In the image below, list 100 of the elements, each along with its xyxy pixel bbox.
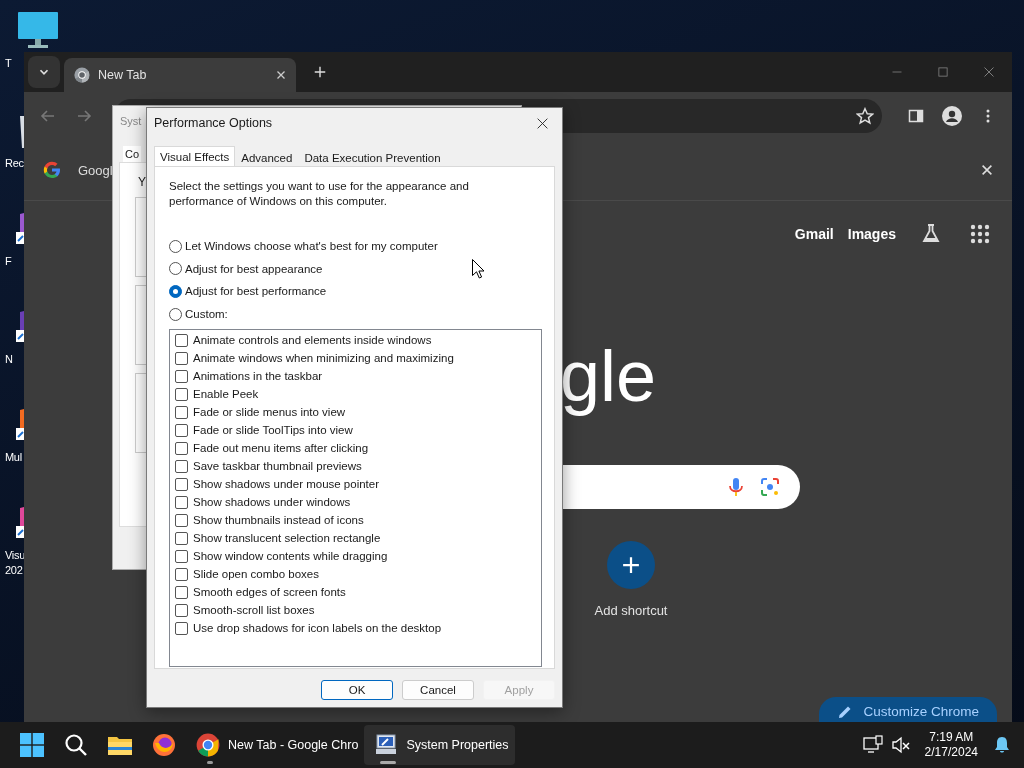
tab-search-button[interactable]: [28, 56, 60, 88]
window-title: Performance Options: [154, 116, 274, 130]
checkbox-label[interactable]: Smooth-scroll list boxes: [193, 604, 315, 617]
customize-chrome-button[interactable]: Customize Chrome: [819, 697, 997, 722]
checkbox[interactable]: [175, 477, 188, 491]
checkbox-label[interactable]: Fade or slide menus into view: [193, 406, 346, 419]
close-icon: [980, 163, 994, 177]
checkbox-label[interactable]: Show thumbnails instead of icons: [193, 514, 364, 527]
date-text: 2/17/2024: [924, 745, 978, 760]
header-link[interactable]: Gmail: [794, 226, 834, 242]
browser-tab[interactable]: New Tab: [64, 58, 296, 92]
google-g-icon: [42, 160, 62, 180]
fox-globe-icon: [152, 733, 176, 757]
radio-label[interactable]: Custom:: [185, 308, 228, 321]
checkbox-label[interactable]: Fade or slide ToolTips into view: [193, 424, 353, 437]
microphone-icon: [726, 477, 746, 497]
star-icon: [856, 107, 874, 125]
intro-text: Y: [138, 175, 146, 189]
radio-label[interactable]: Adjust for best appearance: [185, 262, 323, 275]
person-icon: [942, 106, 962, 126]
dialog-tab[interactable]: Co: [123, 146, 142, 162]
checkbox-label[interactable]: Enable Peek: [193, 388, 259, 401]
plus-icon: [622, 556, 640, 574]
radio-button[interactable]: [169, 239, 182, 253]
search-icon: [64, 733, 88, 757]
close-icon: [535, 116, 549, 130]
desktop-icon-label: Mul: [5, 450, 23, 465]
radio-label[interactable]: Adjust for best performance: [185, 285, 327, 298]
taskbar-app-button[interactable]: New Tab - Google Chro: [186, 725, 365, 765]
search-field[interactable]: [563, 465, 800, 509]
checkbox[interactable]: [175, 351, 188, 365]
radio-button[interactable]: [169, 262, 182, 276]
checkbox-label[interactable]: Animate windows when minimizing and maximizing: [193, 352, 454, 365]
logo-text: gle: [560, 335, 657, 418]
forward-arrow-icon: [76, 108, 92, 124]
grid-icon: [970, 224, 990, 244]
computer-settings-icon: [374, 733, 399, 757]
dialog-tab[interactable]: Data Execution Prevention: [298, 149, 447, 166]
checkbox-label[interactable]: Save taskbar thumbnail previews: [193, 460, 362, 473]
header-link[interactable]: Images: [847, 226, 896, 242]
checkbox[interactable]: [175, 603, 188, 617]
chrome-logo-icon: [74, 67, 90, 83]
windows-logo-icon: [20, 733, 44, 757]
taskbar-app-button[interactable]: System Properties: [364, 725, 515, 765]
desktop-icon-label: N: [5, 352, 14, 367]
checkbox-label[interactable]: Slide open combo boxes: [193, 568, 319, 581]
checkbox[interactable]: [175, 549, 188, 563]
checkbox-label[interactable]: Use drop shadows for icon labels on the desktop: [193, 622, 442, 635]
desktop-icon-label: T: [5, 56, 13, 71]
checkbox-label[interactable]: Fade out menu items after clicking: [193, 442, 369, 455]
checkbox[interactable]: [175, 585, 188, 599]
flask-icon: [920, 223, 942, 245]
window-title: Syst: [120, 115, 142, 127]
checkbox[interactable]: [175, 567, 188, 581]
dialog-tab[interactable]: Visual Effects: [154, 146, 236, 166]
clock[interactable]: 7:19 AM 2/17/2024: [924, 730, 978, 760]
checkbox[interactable]: [175, 405, 188, 419]
desktop-icon-label: Rec: [5, 156, 25, 171]
checkbox[interactable]: [175, 531, 188, 545]
mouse-pointer-icon: [472, 259, 485, 279]
camera-lens-icon: [760, 477, 780, 497]
monitor-icon[interactable]: [16, 12, 60, 50]
shortcut-label: Add shortcut: [594, 603, 668, 618]
monitor-network-icon: [862, 735, 883, 755]
radio-button[interactable]: [169, 285, 182, 298]
close-button[interactable]: [980, 163, 994, 177]
checkbox[interactable]: [175, 621, 188, 635]
description-text: Select the settings you want to use for the appearance and performance of Windows on this computer.: [169, 179, 470, 209]
checkbox[interactable]: [175, 441, 188, 455]
checkbox-label[interactable]: Animations in the taskbar: [193, 370, 323, 383]
checkbox[interactable]: [175, 513, 188, 527]
maximize-icon: [937, 66, 949, 78]
checkbox-label[interactable]: Show shadows under mouse pointer: [193, 478, 380, 491]
checkbox-label[interactable]: Show shadows under windows: [193, 496, 351, 509]
desktop-icon-label: F: [5, 254, 13, 269]
radio-label[interactable]: Let Windows choose what's best for my computer: [185, 240, 438, 253]
checkbox[interactable]: [175, 333, 188, 347]
checkbox[interactable]: [175, 459, 188, 473]
checkbox[interactable]: [175, 423, 188, 437]
checkbox[interactable]: [175, 495, 188, 509]
close-icon: [983, 66, 995, 78]
speaker-muted-icon: [890, 735, 911, 755]
dialog-button[interactable]: OK: [321, 680, 393, 700]
info-bar-text: Googl: [78, 162, 114, 178]
checkbox[interactable]: [175, 369, 188, 383]
side-panel-icon: [908, 108, 924, 124]
bell-icon: [992, 735, 1012, 755]
checkbox-label[interactable]: Animate controls and elements inside windows: [193, 334, 432, 347]
checkbox-label[interactable]: Show window contents while dragging: [193, 550, 388, 563]
checkbox-label[interactable]: Show translucent selection rectangle: [193, 532, 381, 545]
checkbox-label[interactable]: Smooth edges of screen fonts: [193, 586, 346, 599]
dialog-button[interactable]: Cancel: [402, 680, 474, 700]
dialog-tab[interactable]: Advanced: [235, 149, 299, 166]
back-arrow-icon: [40, 108, 56, 124]
add-shortcut-button[interactable]: [607, 541, 655, 589]
chrome-logo-icon: [196, 733, 220, 757]
labs-button[interactable]: [920, 223, 942, 245]
radio-button[interactable]: [169, 307, 182, 321]
checkbox[interactable]: [175, 387, 188, 401]
apps-button[interactable]: [970, 224, 990, 244]
